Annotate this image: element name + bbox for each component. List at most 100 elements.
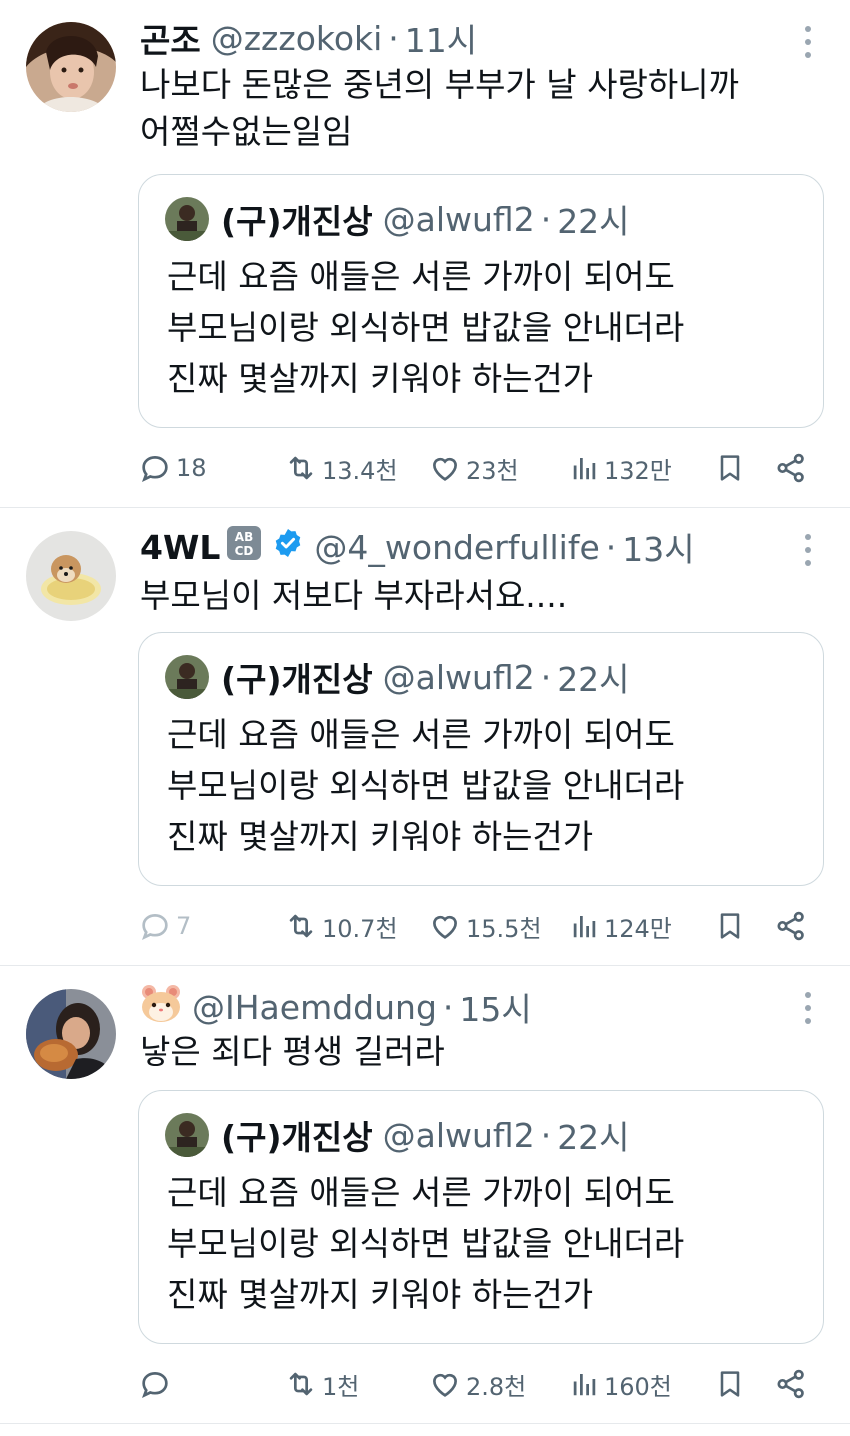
abc-emoji-badge: AB CD (226, 525, 262, 569)
like-button[interactable]: 2.8천 (428, 1362, 526, 1406)
quoted-user-handle: @alwufl2 (382, 657, 535, 697)
share-button[interactable] (774, 904, 808, 948)
quoted-text-line: 근데 요즘 애들은 서른 가까이 되어도 (167, 715, 675, 754)
quoted-text-line: 근데 요즘 애들은 서른 가까이 되어도 (167, 257, 675, 296)
like-count: 15.5천 (466, 914, 542, 943)
tweet-2[interactable]: 4WL AB CD @4_wonderfullife · 13시 부모님이 저보다… (0, 508, 850, 966)
like-count: 2.8천 (466, 1372, 527, 1401)
hamster-emoji-badge[interactable] (140, 983, 182, 1031)
quoted-text-line: 부모님이랑 외식하면 밥값을 안내더라 (167, 1224, 685, 1263)
timestamp[interactable]: 13시 (622, 523, 694, 571)
quoted-tweet[interactable]: (구)개진상 @alwufl2 · 22시 근데 요즘 애들은 서른 가까이 되… (138, 632, 824, 886)
quoted-tweet-text: 근데 요즘 애들은 서른 가까이 되어도 부모님이랑 외식하면 밥값을 안내더라… (167, 1167, 803, 1320)
quoted-tweet[interactable]: (구)개진상 @alwufl2 · 22시 근데 요즘 애들은 서른 가까이 되… (138, 1090, 824, 1344)
view-count: 132만 (604, 456, 672, 485)
action-bar: 18 13.4천 23천 132만 (138, 446, 818, 490)
tweet-text-line: 낳은 죄다 평생 길러라 (140, 1032, 445, 1071)
like-button[interactable]: 23천 (428, 446, 519, 490)
display-name[interactable]: 4WL (140, 528, 220, 567)
quoted-text-line: 진짜 몇살까지 키워야 하는건가 (167, 817, 594, 856)
reply-count: 18 (176, 454, 207, 482)
retweet-icon (289, 456, 313, 480)
quoted-avatar (165, 655, 209, 699)
bar-chart-icon (573, 916, 596, 938)
separator-dot: · (540, 199, 552, 239)
separator-dot: · (540, 657, 552, 697)
views-button[interactable]: 160천 (570, 1362, 672, 1406)
user-handle[interactable]: @IHaemddung (192, 988, 437, 1027)
display-name[interactable]: 곤조 (140, 14, 201, 62)
tweet-1[interactable]: 곤조 @zzzokoki · 11시 나보다 돈많은 중년의 부부가 날 사랑하… (0, 0, 850, 508)
timestamp[interactable]: 15시 (459, 983, 531, 1031)
tweet-text-line: 부모님이 저보다 부자라서요.... (140, 576, 568, 615)
user-handle[interactable]: @4_wonderfullife (314, 528, 599, 567)
heart-icon (433, 915, 457, 939)
bookmark-button[interactable] (714, 446, 746, 490)
retweet-button[interactable]: 13.4천 (284, 446, 398, 490)
more-vertical-icon[interactable] (802, 992, 814, 1024)
quoted-tweet-text: 근데 요즘 애들은 서른 가까이 되어도 부모님이랑 외식하면 밥값을 안내더라… (167, 709, 803, 862)
verified-badge-icon[interactable] (272, 527, 304, 567)
reply-button[interactable] (138, 1362, 176, 1406)
tweet-header: 곤조 @zzzokoki · 11시 (140, 14, 790, 62)
retweet-button[interactable]: 1천 (284, 1362, 359, 1406)
quoted-avatar (165, 197, 209, 241)
quoted-timestamp: 22시 (557, 202, 630, 241)
tweet-3[interactable]: @IHaemddung · 15시 낳은 죄다 평생 길러라 (구)개진상 @a… (0, 966, 850, 1424)
more-vertical-icon[interactable] (802, 534, 814, 566)
retweet-count: 13.4천 (322, 456, 398, 485)
view-count: 160천 (604, 1372, 672, 1401)
svg-text:AB: AB (235, 530, 253, 544)
tweet-header: 4WL AB CD @4_wonderfullife · 13시 (140, 525, 790, 569)
separator-dot: · (442, 987, 454, 1027)
quoted-tweet-header: (구)개진상 @alwufl2 · 22시 (165, 655, 630, 699)
share-icon (777, 453, 804, 483)
quoted-text-line: 부모님이랑 외식하면 밥값을 안내더라 (167, 766, 685, 805)
quoted-timestamp: 22시 (557, 660, 630, 699)
share-button[interactable] (774, 446, 808, 490)
share-button[interactable] (774, 1362, 808, 1406)
action-bar: 1천 2.8천 160천 (138, 1362, 818, 1406)
quoted-avatar (165, 1113, 209, 1157)
views-button[interactable]: 132만 (570, 446, 672, 490)
tweet-text-line: 어쩔수없는일임 (140, 112, 353, 151)
reply-count: 7 (176, 912, 192, 940)
timestamp[interactable]: 11시 (405, 14, 477, 62)
bookmark-button[interactable] (714, 904, 746, 948)
quoted-text-line: 부모님이랑 외식하면 밥값을 안내더라 (167, 308, 685, 347)
like-count: 23천 (466, 456, 519, 485)
quoted-text-line: 진짜 몇살까지 키워야 하는건가 (167, 1275, 594, 1314)
tweet-text: 부모님이 저보다 부자라서요.... (140, 572, 810, 619)
quoted-tweet-header: (구)개진상 @alwufl2 · 22시 (165, 197, 630, 241)
avatar[interactable] (26, 531, 116, 621)
retweet-button[interactable]: 10.7천 (284, 904, 398, 948)
quoted-display-name: (구)개진상 (221, 660, 373, 699)
more-vertical-icon[interactable] (802, 26, 814, 58)
bar-chart-icon (573, 458, 596, 480)
quoted-display-name: (구)개진상 (221, 1118, 373, 1157)
bookmark-icon (720, 455, 740, 481)
quoted-timestamp: 22시 (557, 1118, 630, 1157)
view-count: 124만 (604, 914, 672, 943)
reply-button[interactable]: 7 (138, 904, 191, 948)
quoted-user-handle: @alwufl2 (382, 1115, 535, 1155)
views-button[interactable]: 124만 (570, 904, 672, 948)
like-button[interactable]: 15.5천 (428, 904, 542, 948)
bookmark-icon (720, 1371, 740, 1397)
bookmark-button[interactable] (714, 1362, 746, 1406)
quoted-text-line: 진짜 몇살까지 키워야 하는건가 (167, 359, 594, 398)
heart-icon (433, 1373, 457, 1397)
separator-dot: · (540, 1115, 552, 1155)
quoted-tweet-header: (구)개진상 @alwufl2 · 22시 (165, 1113, 630, 1157)
user-handle[interactable]: @zzzokoki (211, 19, 383, 58)
reply-button[interactable]: 18 (138, 446, 207, 490)
quoted-tweet[interactable]: (구)개진상 @alwufl2 · 22시 근데 요즘 애들은 서른 가까이 되… (138, 174, 824, 428)
avatar[interactable] (26, 22, 116, 112)
bookmark-icon (720, 913, 740, 939)
separator-dot: · (388, 18, 399, 58)
avatar[interactable] (26, 989, 116, 1079)
separator-dot: · (605, 527, 617, 567)
share-icon (777, 911, 804, 941)
quoted-tweet-text: 근데 요즘 애들은 서른 가까이 되어도 부모님이랑 외식하면 밥값을 안내더라… (167, 251, 803, 404)
tweet-text-line: 나보다 돈많은 중년의 부부가 날 사랑하니까 (140, 65, 739, 104)
